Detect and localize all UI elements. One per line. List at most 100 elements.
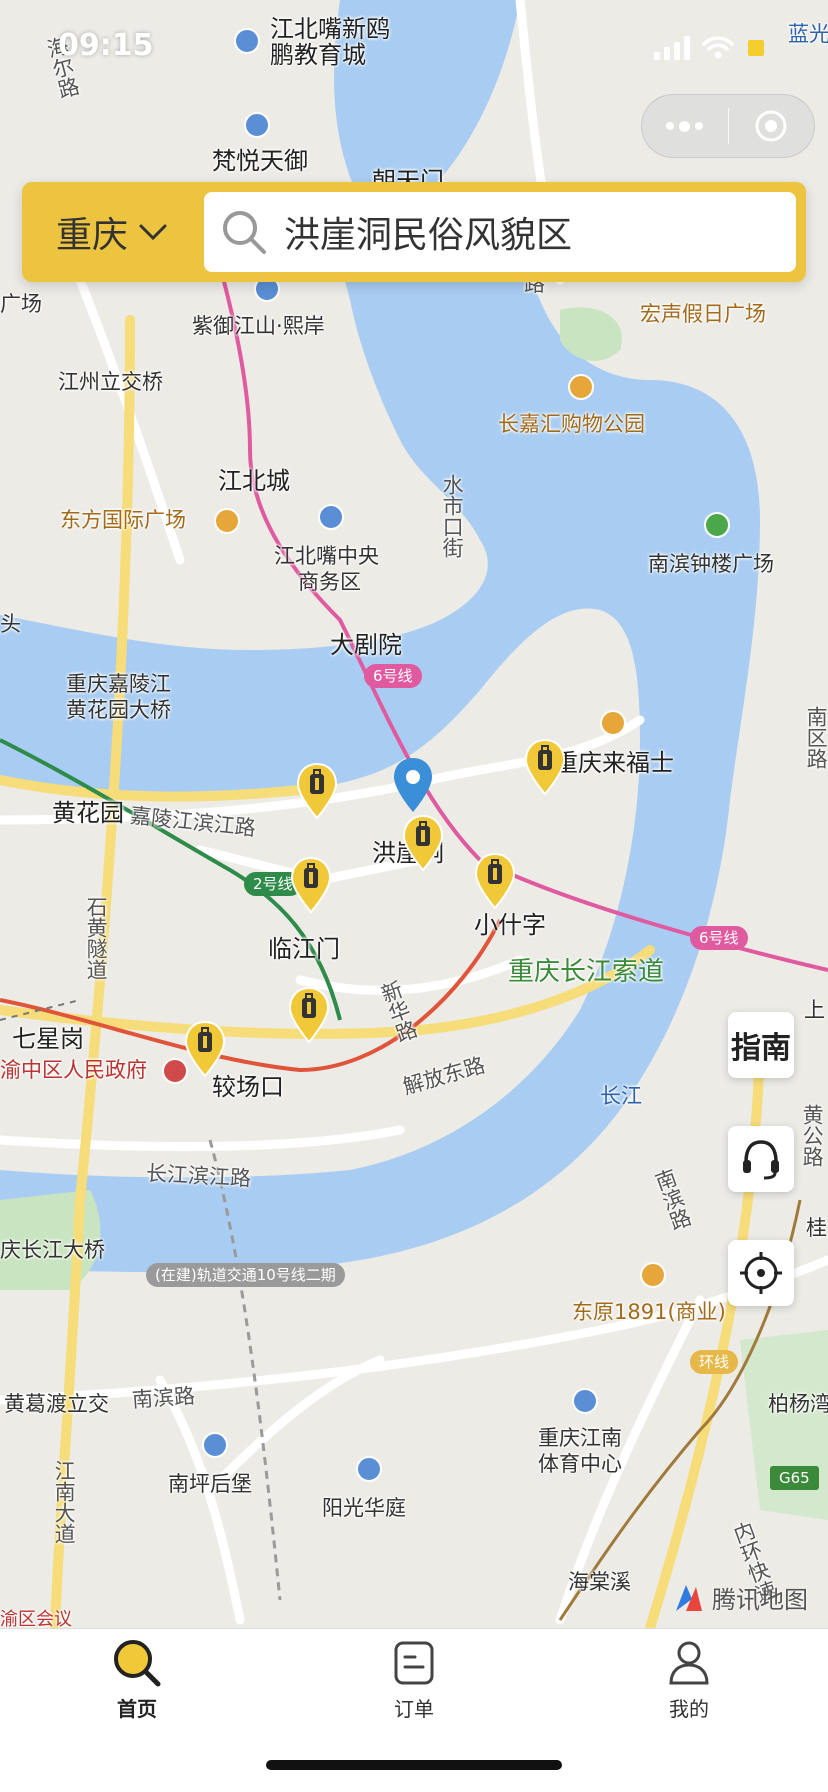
- map-label: 商务区: [298, 570, 361, 594]
- shopping-icon: [214, 508, 240, 534]
- map-label: 小什字: [474, 911, 546, 939]
- battery-icon: [748, 40, 764, 56]
- wifi-icon: [702, 36, 734, 59]
- map-label: 南区路: [804, 706, 828, 769]
- miniprogram-capsule: [641, 94, 815, 158]
- map-label: 梵悦天御: [212, 147, 308, 175]
- map-label: 江州立交桥: [58, 370, 163, 394]
- luggage-storage-marker-icon[interactable]: [524, 738, 566, 796]
- locate-me-button[interactable]: [728, 1240, 794, 1306]
- ring-road-badge: 环线: [690, 1350, 739, 1374]
- map-label: 长嘉汇购物公园: [498, 412, 645, 436]
- map-label: 渝区会议: [0, 1609, 72, 1628]
- luggage-storage-marker-icon[interactable]: [296, 762, 338, 820]
- map-label: 重庆江南: [538, 1426, 622, 1450]
- map-label: 江南大道: [52, 1460, 77, 1544]
- map-label: 江北城: [218, 467, 290, 495]
- map-label: 石黄隧道: [84, 896, 109, 980]
- more-menu-button[interactable]: [642, 94, 728, 158]
- building-icon: [356, 1456, 382, 1482]
- metro-line-6-badge: 6号线: [690, 926, 748, 950]
- map-label: 重庆来福士: [554, 749, 674, 777]
- customer-service-button[interactable]: [728, 1126, 794, 1192]
- headset-icon: [743, 1140, 779, 1180]
- search-box[interactable]: [204, 192, 796, 272]
- map-label: 宏声假日广场: [640, 302, 766, 326]
- map-label: 临江门: [268, 935, 340, 963]
- map-label: 重庆嘉陵江: [66, 672, 171, 696]
- close-miniprogram-button[interactable]: [729, 94, 815, 158]
- order-icon: [394, 1641, 434, 1685]
- shopping-icon: [568, 374, 594, 400]
- status-time: 09:15: [58, 28, 154, 63]
- shopping-icon: [600, 710, 626, 736]
- luggage-storage-marker-icon[interactable]: [288, 986, 330, 1044]
- tab-home[interactable]: 首页: [67, 1637, 207, 1737]
- shopping-icon: [640, 1262, 666, 1288]
- map-label: 南滨钟楼广场: [648, 552, 774, 576]
- profile-icon: [669, 1641, 709, 1685]
- park-icon: [704, 512, 730, 538]
- tab-label: 我的: [669, 1697, 709, 1721]
- target-close-icon: [755, 110, 787, 142]
- search-icon: [204, 192, 284, 272]
- tab-orders[interactable]: 订单: [344, 1637, 484, 1737]
- guide-button[interactable]: 指南: [728, 1012, 794, 1078]
- map-label: 庆长江大桥: [0, 1238, 105, 1262]
- city-selector[interactable]: 重庆: [22, 182, 202, 282]
- building-icon: [202, 1432, 228, 1458]
- metro-line-6-badge: 6号线: [364, 664, 422, 688]
- map-label: 江北嘴中央: [274, 544, 379, 568]
- map-label: 黄花园: [52, 799, 124, 827]
- map-label: 上: [804, 998, 825, 1022]
- map-label: 柏杨湾: [768, 1392, 828, 1416]
- map-label: 东原1891(商业): [572, 1300, 726, 1324]
- luggage-storage-marker-icon[interactable]: [402, 814, 444, 872]
- map-label: 体育中心: [538, 1452, 622, 1476]
- map-label: 南滨路: [131, 1383, 196, 1413]
- map-label: 东方国际广场: [60, 508, 186, 532]
- map-label: 较场口: [212, 1073, 284, 1101]
- map-label: 黄葛渡立交: [4, 1392, 109, 1416]
- search-bar: 重庆: [22, 182, 806, 282]
- status-bar: 09:15: [0, 0, 828, 88]
- map-label: 重庆长江索道: [508, 957, 665, 987]
- highway-badge: G65: [770, 1466, 819, 1490]
- map-label: 南坪后堡: [168, 1472, 252, 1496]
- map-label: 广场: [0, 292, 42, 316]
- chevron-down-icon: [139, 224, 167, 241]
- map-label: 黄花园大桥: [66, 698, 171, 722]
- map-label: 渝中区人民政府: [0, 1058, 147, 1082]
- map-label: 大剧院: [330, 631, 402, 659]
- location-pin-icon[interactable]: [392, 756, 434, 814]
- luggage-storage-marker-icon[interactable]: [474, 852, 516, 910]
- map-label: 黄公路: [800, 1104, 825, 1167]
- search-input[interactable]: [284, 211, 774, 253]
- map-label: 阳光华庭: [322, 1496, 406, 1520]
- crosshair-icon: [740, 1252, 782, 1294]
- map-label: 长江: [600, 1084, 642, 1108]
- luggage-storage-marker-icon[interactable]: [290, 856, 332, 914]
- guide-label: 指南: [731, 1031, 791, 1066]
- home-indicator: [266, 1760, 562, 1770]
- luggage-storage-marker-icon[interactable]: [184, 1020, 226, 1078]
- map-label: 头: [0, 612, 21, 636]
- tab-profile[interactable]: 我的: [619, 1637, 759, 1737]
- map-label: 七星岗: [12, 1025, 84, 1053]
- metro-line-10-badge: (在建)轨道交通10号线二期: [146, 1263, 345, 1287]
- status-icons: [654, 36, 768, 60]
- map-label: 紫御江山·熙岸: [192, 314, 325, 338]
- map-attribution: 腾讯地图: [672, 1580, 808, 1615]
- tencent-map-logo-icon: [676, 1584, 702, 1611]
- tab-label: 首页: [117, 1697, 157, 1721]
- attribution-text: 腾讯地图: [712, 1586, 808, 1614]
- app-root: 江北嘴新鸥 鹏教育城 梵悦天御 朝天门 蓝光 广场 紫御江山·熙岸 江州立交桥 …: [0, 0, 828, 1792]
- map-label: 海棠溪: [568, 1570, 631, 1594]
- map-label: 桂: [806, 1216, 827, 1240]
- stadium-icon: [572, 1388, 598, 1414]
- signal-icon: [654, 36, 690, 60]
- office-icon: [318, 504, 344, 530]
- city-label: 重庆: [55, 215, 128, 256]
- map-label: 水市口街: [440, 474, 465, 558]
- home-search-icon: [114, 1640, 161, 1687]
